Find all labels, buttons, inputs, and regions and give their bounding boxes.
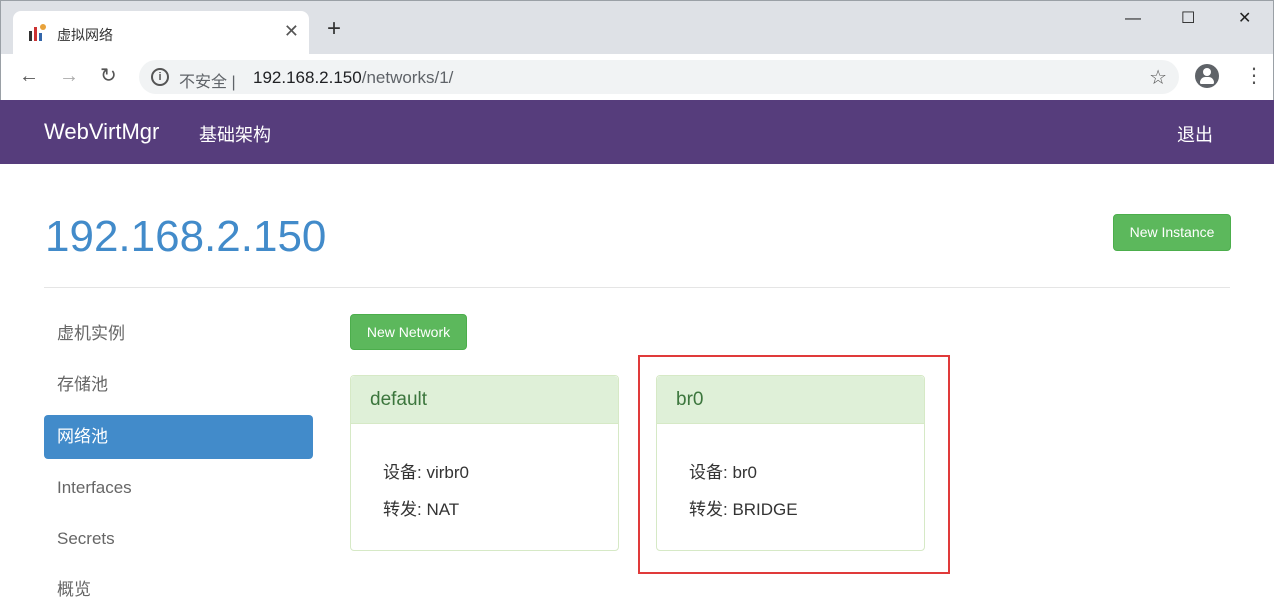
brand-link[interactable]: WebVirtMgr	[44, 119, 159, 145]
browser-tab[interactable]: 虚拟网络 ✕	[13, 11, 309, 55]
tab-title: 虚拟网络	[57, 27, 113, 43]
network-name[interactable]: default	[351, 376, 618, 424]
info-icon[interactable]: i	[151, 68, 169, 86]
highlight-box	[638, 355, 950, 574]
sidebar-item-networks[interactable]: 网络池	[44, 415, 313, 459]
browser-toolbar: ← → ↻ i 不安全 | 192.168.2.150/networks/1/ …	[0, 54, 1274, 100]
url-path: /networks/1/	[361, 68, 454, 87]
sidebar-item-instances[interactable]: 虚机实例	[44, 312, 313, 356]
forward-icon[interactable]: →	[59, 64, 79, 88]
page-title: 192.168.2.150	[45, 212, 327, 261]
account-icon[interactable]	[1195, 64, 1219, 88]
header-divider	[44, 287, 1230, 288]
browser-tab-bar: 虚拟网络 ✕ + — ☐ ✕	[0, 0, 1274, 55]
sidebar-item-storage[interactable]: 存储池	[44, 363, 313, 407]
new-instance-button[interactable]: New Instance	[1113, 214, 1231, 251]
network-device: 设备: virbr0	[383, 463, 469, 482]
minimize-icon[interactable]: —	[1125, 9, 1141, 29]
url-host: 192.168.2.150	[253, 68, 362, 87]
address-bar[interactable]: i 不安全 | 192.168.2.150/networks/1/ ☆	[139, 60, 1179, 94]
sidebar-item-overview[interactable]: 概览	[44, 568, 313, 612]
network-card-default[interactable]: default 设备: virbr0 转发: NAT	[350, 375, 619, 551]
window-close-icon[interactable]: ✕	[1238, 9, 1251, 29]
nav-infrastructure-link[interactable]: 基础架构	[199, 121, 271, 147]
nav-logout-link[interactable]: 退出	[1177, 121, 1213, 147]
new-tab-icon[interactable]: +	[327, 17, 341, 41]
bookmark-star-icon[interactable]: ☆	[1149, 65, 1167, 90]
security-label: 不安全 |	[179, 74, 236, 91]
maximize-icon[interactable]: ☐	[1181, 9, 1195, 29]
sidebar-item-interfaces[interactable]: Interfaces	[44, 466, 313, 510]
back-icon[interactable]: ←	[19, 64, 39, 88]
sidebar-item-secrets[interactable]: Secrets	[44, 517, 313, 561]
url-text: 192.168.2.150/networks/1/	[253, 68, 453, 88]
app-navbar: WebVirtMgr 基础架构 退出	[0, 100, 1274, 164]
new-network-button[interactable]: New Network	[350, 314, 467, 350]
network-forward: 转发: NAT	[383, 500, 460, 519]
reload-icon[interactable]: ↻	[100, 64, 117, 88]
browser-menu-icon[interactable]: ⋮	[1244, 64, 1264, 88]
favicon-icon	[29, 24, 46, 41]
tab-close-icon[interactable]: ✕	[284, 21, 299, 41]
